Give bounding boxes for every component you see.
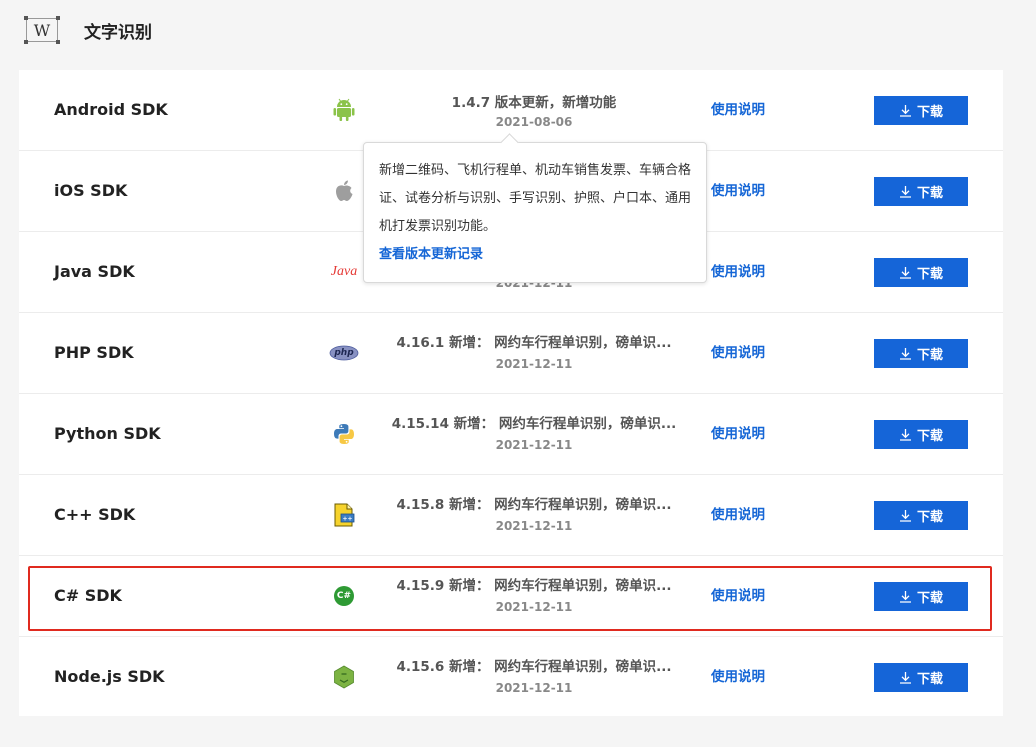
sdk-row-python: Python SDK 4.15.14 新增： 网约车行程单识别，磅单识... 2… bbox=[19, 394, 1003, 475]
release-date: 2021-12-11 bbox=[495, 681, 573, 695]
download-label: 下载 bbox=[916, 510, 943, 525]
page-header: W 文字识别 bbox=[22, 14, 152, 46]
download-button[interactable]: 下载 bbox=[874, 663, 968, 692]
apple-icon bbox=[332, 179, 356, 203]
download-icon bbox=[899, 672, 911, 684]
docs-link[interactable]: 使用说明 bbox=[711, 637, 765, 717]
download-icon bbox=[899, 105, 911, 117]
download-label: 下载 bbox=[916, 105, 943, 120]
release-date: 2021-12-11 bbox=[495, 357, 573, 371]
download-button[interactable]: 下载 bbox=[874, 339, 968, 368]
product-logo-icon: W bbox=[22, 15, 62, 45]
sdk-name: Java SDK bbox=[54, 262, 135, 281]
version-tooltip: 新增二维码、飞机行程单、机动车销售发票、车辆合格证、试卷分析与识别、手写识别、护… bbox=[363, 133, 707, 283]
sdk-name: Android SDK bbox=[54, 100, 168, 119]
release-date: 2021-12-11 bbox=[495, 519, 573, 533]
download-button[interactable]: 下载 bbox=[874, 420, 968, 449]
version-info: 4.16.1 新增： 网约车行程单识别，磅单识... bbox=[396, 335, 672, 351]
download-icon bbox=[899, 186, 911, 198]
sdk-row-cpp: C++ SDK ++ 4.15.8 新增： 网约车行程单识别，磅单识... 20… bbox=[19, 475, 1003, 556]
sdk-name: iOS SDK bbox=[54, 181, 128, 200]
download-icon bbox=[899, 510, 911, 522]
download-label: 下载 bbox=[916, 429, 943, 444]
release-date: 2021-08-06 bbox=[495, 115, 573, 129]
sdk-row-nodejs: Node.js SDK 4.15.6 新增： 网约车行程单识别，磅单识... 2… bbox=[19, 637, 1003, 718]
highlight-box bbox=[28, 566, 992, 631]
download-icon bbox=[899, 348, 911, 360]
download-button[interactable]: 下载 bbox=[874, 258, 968, 287]
download-button[interactable]: 下载 bbox=[874, 177, 968, 206]
download-label: 下载 bbox=[916, 348, 943, 363]
download-icon bbox=[899, 267, 911, 279]
logo-letter: W bbox=[33, 20, 51, 40]
tooltip-description: 新增二维码、飞机行程单、机动车销售发票、车辆合格证、试卷分析与识别、手写识别、护… bbox=[379, 163, 692, 234]
sdk-name: C++ SDK bbox=[54, 505, 136, 524]
docs-link[interactable]: 使用说明 bbox=[711, 70, 765, 150]
docs-link[interactable]: 使用说明 bbox=[711, 232, 765, 312]
version-history-link[interactable]: 查看版本更新记录 bbox=[379, 241, 692, 269]
version-info: 1.4.7 版本更新，新增功能 bbox=[451, 95, 617, 111]
sdk-name: PHP SDK bbox=[54, 343, 134, 362]
python-icon bbox=[332, 422, 356, 446]
cpp-icon: ++ bbox=[332, 503, 356, 527]
version-info: 4.15.6 新增： 网约车行程单识别，磅单识... bbox=[396, 659, 672, 675]
download-label: 下载 bbox=[916, 186, 943, 201]
android-icon bbox=[332, 98, 356, 122]
download-label: 下载 bbox=[916, 267, 943, 282]
version-info: 4.15.14 新增： 网约车行程单识别，磅单识... bbox=[391, 416, 677, 432]
download-button[interactable]: 下载 bbox=[874, 501, 968, 530]
java-icon: Java bbox=[330, 264, 358, 279]
release-date: 2021-12-11 bbox=[495, 438, 573, 452]
nodejs-icon bbox=[332, 665, 356, 689]
svg-text:++: ++ bbox=[342, 516, 352, 523]
php-icon: php bbox=[328, 341, 360, 365]
download-icon bbox=[899, 429, 911, 441]
docs-link[interactable]: 使用说明 bbox=[711, 394, 765, 474]
sdk-name: Node.js SDK bbox=[54, 667, 165, 686]
download-button[interactable]: 下载 bbox=[874, 96, 968, 125]
download-label: 下载 bbox=[916, 672, 943, 687]
docs-link[interactable]: 使用说明 bbox=[711, 313, 765, 393]
sdk-name: Python SDK bbox=[54, 424, 161, 443]
docs-link[interactable]: 使用说明 bbox=[711, 475, 765, 555]
page-title: 文字识别 bbox=[84, 22, 152, 43]
sdk-row-php: PHP SDK php 4.16.1 新增： 网约车行程单识别，磅单识... 2… bbox=[19, 313, 1003, 394]
version-info: 4.15.8 新增： 网约车行程单识别，磅单识... bbox=[396, 497, 672, 513]
docs-link[interactable]: 使用说明 bbox=[711, 151, 765, 231]
